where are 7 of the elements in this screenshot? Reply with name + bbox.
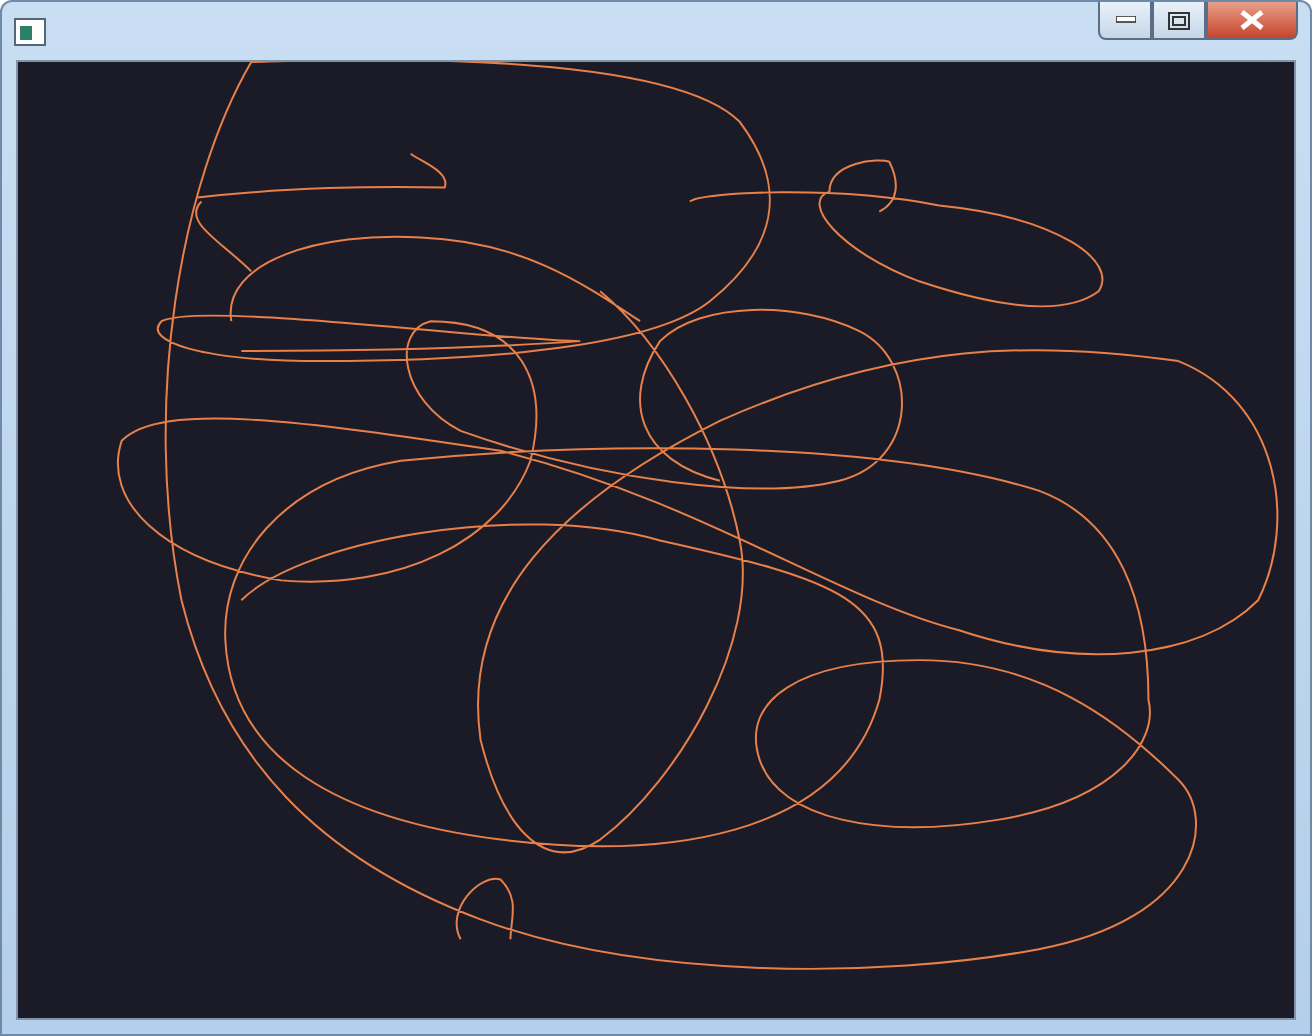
maximize-button[interactable]	[1152, 2, 1206, 40]
minimize-icon	[1115, 16, 1135, 24]
maximize-icon	[1168, 11, 1190, 29]
app-icon	[14, 18, 46, 46]
close-icon	[1240, 10, 1264, 30]
minimize-button[interactable]	[1098, 2, 1152, 40]
close-button[interactable]	[1206, 2, 1298, 40]
